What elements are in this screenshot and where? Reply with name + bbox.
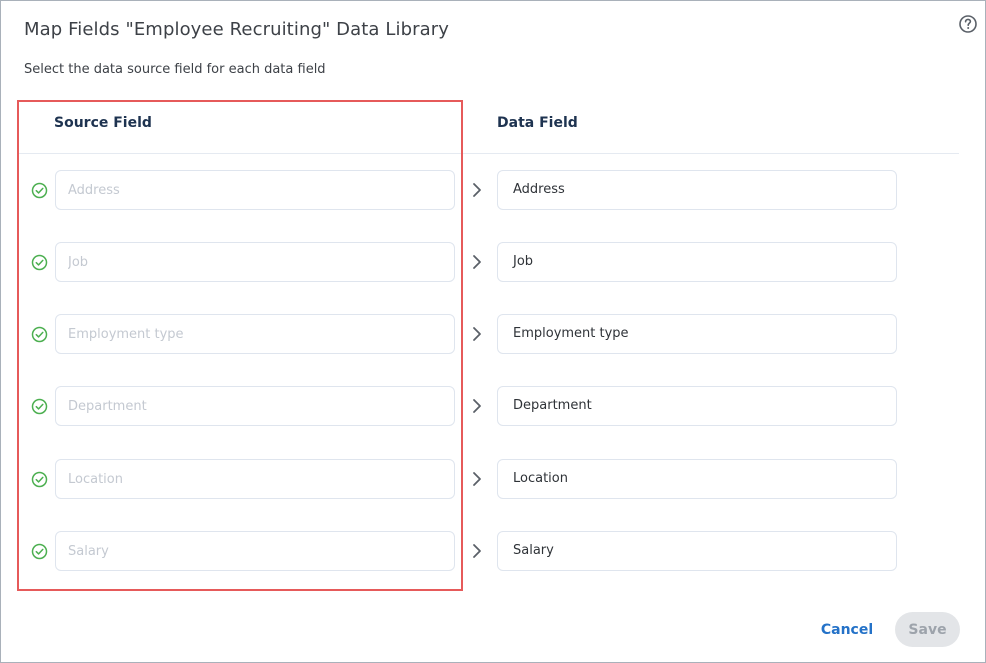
source-field-input[interactable] [55, 314, 455, 354]
check-circle-icon [31, 398, 48, 415]
header-divider [19, 153, 959, 154]
data-field-header: Data Field [497, 115, 578, 131]
map-fields-dialog: Map Fields "Employee Recruiting" Data Li… [0, 0, 986, 663]
mapping-row: Job [1, 242, 986, 282]
question-circle-icon[interactable] [958, 14, 978, 34]
check-circle-icon [31, 471, 48, 488]
check-circle-icon [31, 326, 48, 343]
mapping-row: Salary [1, 531, 986, 571]
source-field-input[interactable] [55, 170, 455, 210]
dialog-subtitle: Select the data source field for each da… [24, 62, 326, 77]
chevron-right-icon [473, 255, 481, 269]
mapping-row: Employment type [1, 314, 986, 354]
chevron-right-icon [473, 472, 481, 486]
chevron-right-icon [473, 399, 481, 413]
chevron-right-icon [473, 327, 481, 341]
source-field-header: Source Field [54, 115, 152, 131]
mapping-row: Address [1, 170, 986, 210]
source-field-input[interactable] [55, 242, 455, 282]
check-circle-icon [31, 543, 48, 560]
source-field-input[interactable] [55, 531, 455, 571]
chevron-right-icon [473, 544, 481, 558]
source-field-input[interactable] [55, 459, 455, 499]
check-circle-icon [31, 182, 48, 199]
data-field-value: Address [497, 170, 897, 210]
dialog-title: Map Fields "Employee Recruiting" Data Li… [24, 19, 450, 40]
save-button[interactable]: Save [895, 612, 960, 647]
data-field-value: Salary [497, 531, 897, 571]
data-field-value: Location [497, 459, 897, 499]
source-field-input[interactable] [55, 386, 455, 426]
check-circle-icon [31, 254, 48, 271]
data-field-value: Job [497, 242, 897, 282]
data-field-value: Department [497, 386, 897, 426]
cancel-button[interactable]: Cancel [813, 614, 881, 646]
mapping-row: Department [1, 386, 986, 426]
data-field-value: Employment type [497, 314, 897, 354]
mapping-row: Location [1, 459, 986, 499]
chevron-right-icon [473, 183, 481, 197]
